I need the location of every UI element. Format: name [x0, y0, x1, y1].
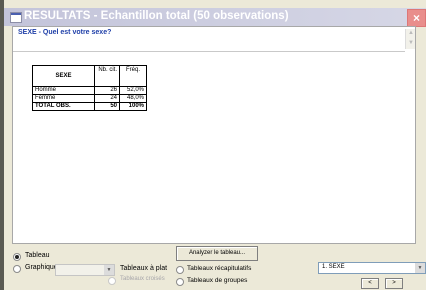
row-frequency: 48,0% [119, 94, 147, 103]
analyze-table-button[interactable]: Analyzer le tableau... [176, 246, 258, 261]
total-frequency: 100% [119, 102, 147, 111]
variable-select[interactable]: 1. SEXE ▼ [318, 262, 426, 274]
row-count: 26 [94, 86, 120, 95]
window-title: RESULTATS - Echantillon total (50 observ… [24, 10, 289, 22]
tableaux-croises-label[interactable]: Tableaux croisés [120, 276, 165, 282]
question-title: SEXE - Quel est votre sexe? [18, 29, 112, 36]
variable-select-value: 1. SEXE [322, 264, 345, 270]
row-label: Homme [32, 86, 95, 95]
tableaux-groupes-label[interactable]: Tableaux de groupes [187, 277, 247, 284]
previous-button[interactable]: < [361, 278, 379, 289]
radio-tableaux-recap[interactable] [176, 266, 184, 274]
radio-tableaux-croises[interactable] [108, 277, 116, 285]
radio-tableau[interactable] [13, 253, 21, 261]
divider [13, 51, 405, 52]
radio-graphique-label[interactable]: Graphique [25, 264, 58, 271]
vertical-scrollbar[interactable]: ▲ ▼ [405, 29, 415, 49]
row-frequency: 52,0% [119, 86, 147, 95]
radio-tableaux-groupes[interactable] [176, 278, 184, 286]
radio-tableau-label[interactable]: Tableau [25, 252, 50, 259]
total-label: TOTAL OBS. [32, 102, 95, 111]
chevron-down-icon[interactable]: ▼ [104, 265, 114, 275]
scroll-down-icon[interactable]: ▼ [408, 39, 414, 47]
scroll-up-icon[interactable]: ▲ [408, 29, 414, 37]
radio-graphique[interactable] [13, 265, 21, 273]
header-frequency: Fréq. [119, 65, 147, 87]
header-count: Nb. cit. [94, 65, 120, 87]
row-count: 24 [94, 94, 120, 103]
next-button[interactable]: > [385, 278, 403, 289]
table-row: Femme 24 48,0% [32, 94, 147, 103]
graphique-type-select[interactable]: ▼ [55, 264, 115, 276]
bottom-controls: Analyzer le tableau... Tableau Graphique… [0, 242, 426, 290]
tableaux-recap-label[interactable]: Tableaux récapitulatifs [187, 265, 251, 272]
header-variable: SEXE [32, 65, 95, 87]
chevron-down-icon[interactable]: ▼ [415, 263, 425, 273]
table-header-row: SEXE Nb. cit. Fréq. [32, 65, 147, 87]
window-icon [10, 12, 22, 23]
frequency-table: SEXE Nb. cit. Fréq. Homme 26 52,0% Femme… [32, 65, 147, 111]
title-bar: RESULTATS - Echantillon total (50 observ… [4, 8, 426, 27]
results-panel: SEXE - Quel est votre sexe? ▲ ▼ SEXE Nb.… [12, 26, 416, 244]
table-total-row: TOTAL OBS. 50 100% [32, 102, 147, 111]
total-count: 50 [94, 102, 120, 111]
tableaux-a-plat-label[interactable]: Tableaux à plat [120, 265, 167, 272]
table-row: Homme 26 52,0% [32, 86, 147, 95]
close-button[interactable]: × [407, 9, 426, 27]
row-label: Femme [32, 94, 95, 103]
